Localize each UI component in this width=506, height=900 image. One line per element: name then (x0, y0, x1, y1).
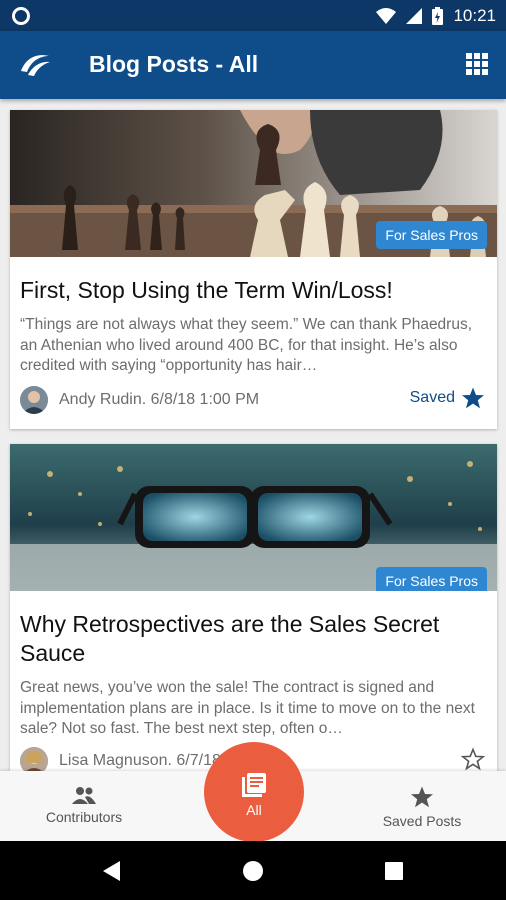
post-card[interactable]: For Sales Pros First, Stop Using the Ter… (10, 110, 497, 429)
tab-saved-posts-label: Saved Posts (382, 813, 462, 829)
star-icon (411, 786, 433, 808)
articles-icon (242, 773, 266, 797)
notification-icon (12, 7, 30, 25)
post-image: For Sales Pros (10, 110, 497, 257)
app-bar: Blog Posts - All (0, 31, 506, 99)
saved-toggle[interactable] (461, 747, 485, 771)
tab-contributors-label: Contributors (45, 809, 123, 825)
back-icon (103, 860, 120, 881)
wifi-icon (376, 7, 397, 24)
post-excerpt: “Things are not always what they seem.” … (20, 316, 473, 374)
saved-label: Saved (409, 389, 455, 406)
star-filled-icon[interactable] (461, 386, 485, 410)
signal-icon (406, 7, 423, 24)
post-meta: Andy Rudin. 6/8/18 1:00 PM Saved (10, 382, 497, 418)
home-button[interactable] (223, 841, 283, 900)
page-title: Blog Posts - All (89, 51, 259, 77)
status-icons: 10:21 (376, 0, 496, 31)
post-excerpt: Great news, you’ve won the sale! The con… (20, 679, 475, 737)
saved-toggle[interactable]: Saved (410, 386, 485, 410)
post-card[interactable]: For Sales Pros Why Retrospectives are th… (10, 444, 497, 771)
system-navigation-bar (0, 841, 506, 900)
tab-all[interactable]: All (204, 742, 304, 842)
battery-icon (432, 6, 444, 25)
post-title[interactable]: First, Stop Using the Term Win/Loss! (10, 276, 497, 305)
category-badge[interactable]: For Sales Pros (376, 567, 487, 591)
tab-all-label: All (246, 802, 262, 818)
recents-icon (385, 861, 403, 880)
back-button[interactable] (82, 841, 142, 900)
avatar (20, 386, 48, 414)
app-logo-icon[interactable] (18, 51, 52, 79)
post-list[interactable]: For Sales Pros First, Stop Using the Ter… (0, 99, 506, 771)
recents-button[interactable] (364, 841, 424, 900)
tab-contributors[interactable]: Contributors (24, 771, 144, 841)
post-image: For Sales Pros (10, 444, 497, 591)
avatar (20, 747, 48, 771)
people-icon (72, 787, 96, 804)
post-author-date: Andy Rudin. 6/8/18 1:00 PM (59, 391, 260, 408)
status-bar: 10:21 (0, 0, 506, 31)
clock: 10:21 (453, 5, 496, 25)
tab-saved-posts[interactable]: Saved Posts (362, 771, 482, 841)
home-icon (243, 860, 263, 881)
star-outline-icon[interactable] (461, 747, 485, 771)
post-title[interactable]: Why Retrospectives are the Sales Secret … (10, 610, 497, 668)
category-badge[interactable]: For Sales Pros (376, 221, 487, 249)
grid-menu-icon[interactable] (466, 53, 488, 75)
